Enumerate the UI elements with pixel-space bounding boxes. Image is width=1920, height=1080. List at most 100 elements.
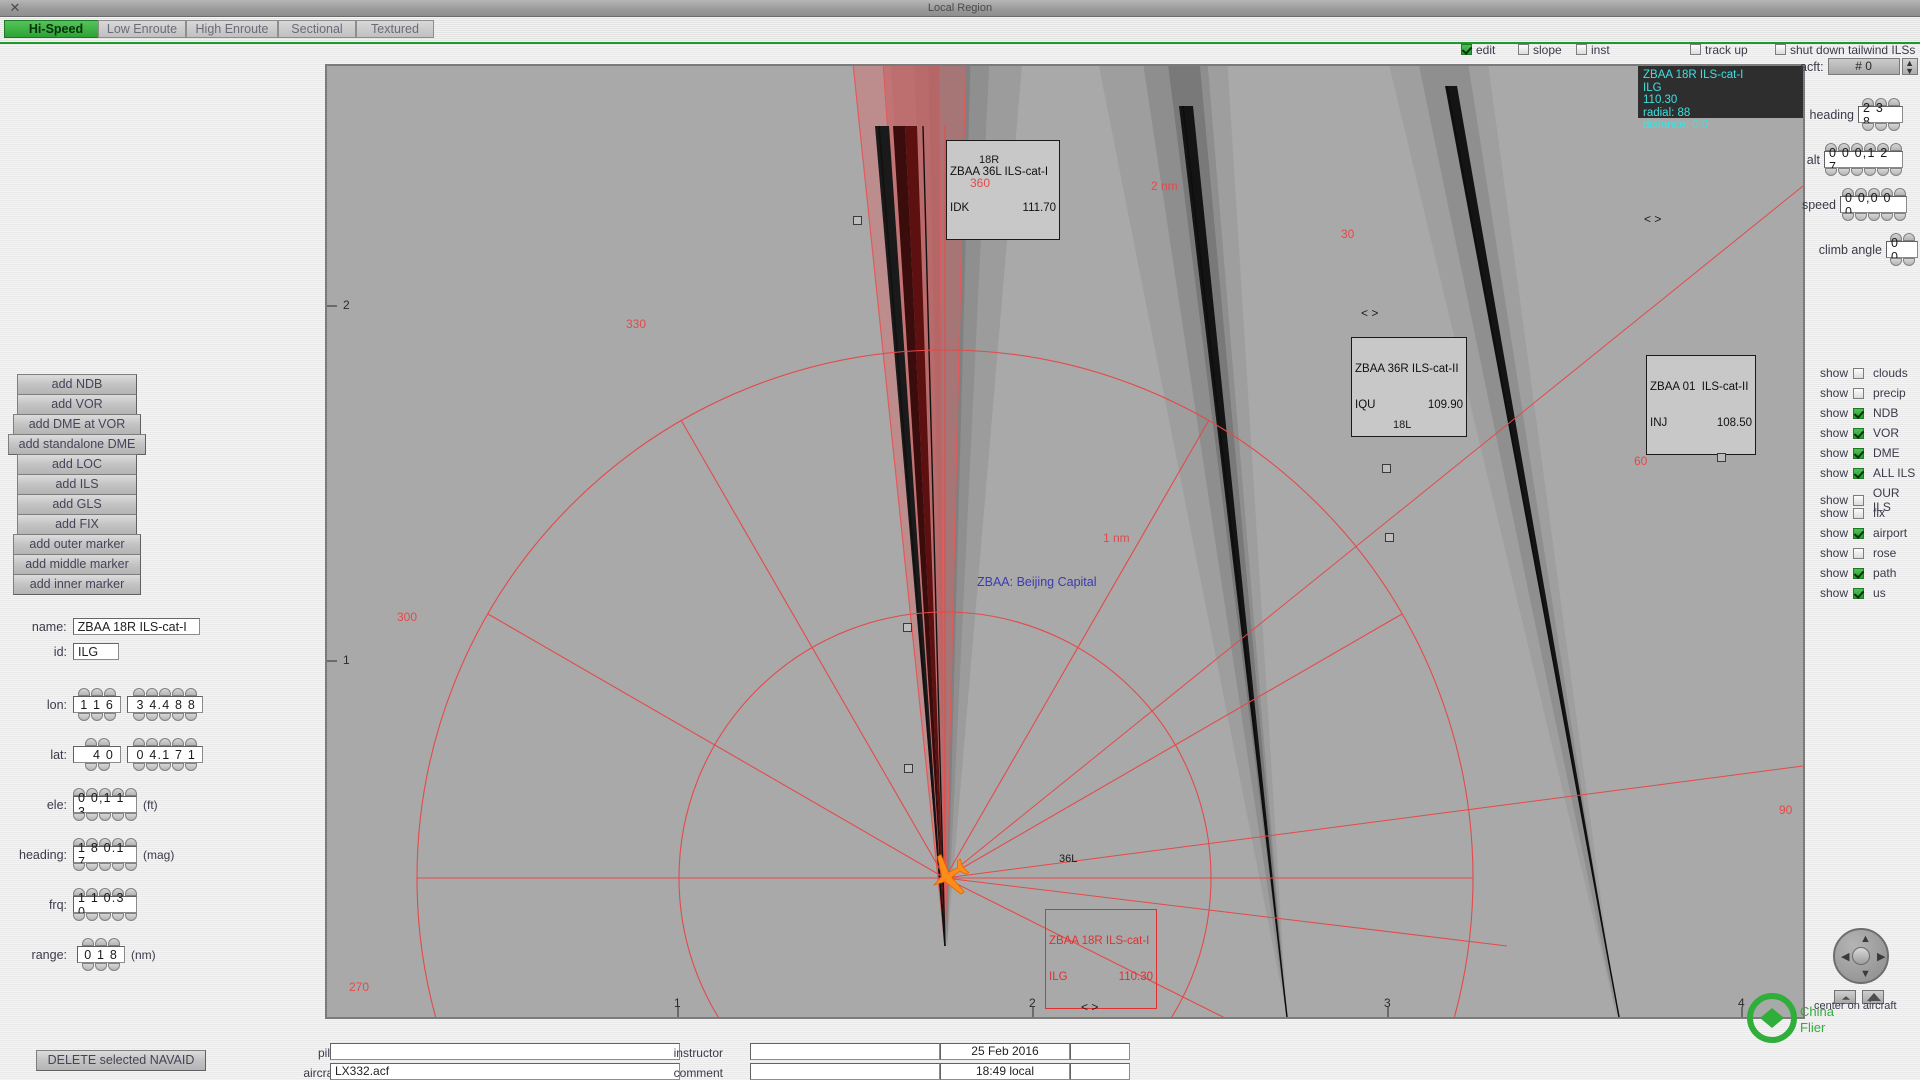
add-vor-button[interactable]: add VOR xyxy=(17,394,137,415)
aircraft-heading-stepper[interactable]: 2 3 8 xyxy=(1858,98,1903,131)
add-fix-button[interactable]: add FIX xyxy=(17,514,137,535)
show-rose-row[interactable]: show rose xyxy=(1820,546,1896,560)
aircraft-alt-input[interactable]: 0 0 0,1 2 7 xyxy=(1824,146,1903,174)
lon-minutes-stepper[interactable]: 3 4.4 8 8 xyxy=(127,688,203,721)
lon-degrees-stepper[interactable]: 1 1 6 xyxy=(73,688,121,721)
acft-select[interactable]: # 0 xyxy=(1827,58,1900,75)
show-fix-checkbox[interactable] xyxy=(1853,507,1865,519)
aircraft-climb-angle-down-arrows[interactable] xyxy=(1889,258,1915,266)
range-down-arrows[interactable] xyxy=(82,963,120,971)
lon-minutes-down-arrows[interactable] xyxy=(133,713,197,721)
lon-minutes-input[interactable]: 3 4.4 8 8 xyxy=(127,696,203,713)
lon-degrees-up-arrows[interactable] xyxy=(78,688,116,696)
map-pan-pad[interactable]: ▲ ▼ ◀ ▶ xyxy=(1833,928,1889,984)
add-gls-button[interactable]: add GLS xyxy=(17,494,137,515)
heading-stepper[interactable]: 1 8 0.1 7 xyxy=(73,838,137,871)
date-extra-field[interactable] xyxy=(1070,1043,1130,1060)
add-standalone-dme-button[interactable]: add standalone DME xyxy=(8,434,146,455)
aircraft-climb-angle-input[interactable]: 0 0 xyxy=(1886,236,1918,264)
aircraft-alt-down-arrows[interactable] xyxy=(1825,168,1902,176)
show-us-checkbox[interactable] xyxy=(1853,587,1865,599)
chevron-up-icon[interactable]: ▲ xyxy=(1860,934,1871,945)
map-pan-nub[interactable] xyxy=(1852,947,1870,965)
range-input[interactable]: 0 1 8 xyxy=(77,946,125,963)
show-precip-checkbox[interactable] xyxy=(1853,387,1865,399)
lon-degrees-down-arrows[interactable] xyxy=(78,713,116,721)
add-ils-button[interactable]: add ILS xyxy=(17,474,137,495)
show-clouds-row[interactable]: show clouds xyxy=(1820,366,1908,380)
ils-label-18r-selected[interactable]: ZBAA 18R ILS-cat-I ILG 110.30 xyxy=(1045,909,1157,1009)
add-outer-marker-button[interactable]: add outer marker xyxy=(13,534,141,555)
chevron-down-icon[interactable]: ▼ xyxy=(1860,969,1871,980)
tab-hi-speed[interactable]: Hi-Speed xyxy=(4,20,108,38)
track-up-checkbox[interactable] xyxy=(1690,44,1701,55)
show-rose-checkbox[interactable] xyxy=(1853,547,1865,559)
add-loc-button[interactable]: add LOC xyxy=(17,454,137,475)
frq-stepper[interactable]: 1 1 0.3 0 xyxy=(73,888,137,921)
show-us-row[interactable]: show us xyxy=(1820,586,1886,600)
lat-minutes-stepper[interactable]: 0 4.1 7 1 xyxy=(127,738,203,771)
slope-checkbox[interactable] xyxy=(1518,44,1529,55)
tab-textured[interactable]: Textured xyxy=(356,20,434,38)
lat-degrees-up-arrows[interactable] xyxy=(84,738,110,746)
toolbar-track-up[interactable]: track up xyxy=(1690,43,1748,57)
show-path-checkbox[interactable] xyxy=(1853,567,1865,579)
add-ndb-button[interactable]: add NDB xyxy=(17,374,137,395)
close-icon[interactable]: ✕ xyxy=(8,1,22,15)
ils-label-36l[interactable]: ZBAA 36L ILS-cat-I IDK 111.70 xyxy=(946,140,1060,240)
show-all-ils-checkbox[interactable] xyxy=(1853,467,1865,479)
add-middle-marker-button[interactable]: add middle marker xyxy=(13,554,141,575)
show-path-row[interactable]: show path xyxy=(1820,566,1896,580)
tab-sectional[interactable]: Sectional xyxy=(278,20,356,38)
chevron-right-icon[interactable]: ▶ xyxy=(1877,952,1885,963)
toolbar-slope[interactable]: slope xyxy=(1518,43,1562,57)
show-precip-row[interactable]: show precip xyxy=(1820,386,1906,400)
map-view[interactable]: ZBAA 18R ILS-cat-I ILG 110.30 radial: 88… xyxy=(325,64,1805,1019)
lat-minutes-input[interactable]: 0 4.1 7 1 xyxy=(127,746,203,763)
show-vor-row[interactable]: show VOR xyxy=(1820,426,1899,440)
show-airport-row[interactable]: show airport xyxy=(1820,526,1907,540)
lon-minutes-up-arrows[interactable] xyxy=(133,688,197,696)
ele-input[interactable]: 0 0,1 1 3 xyxy=(73,791,137,819)
lat-degrees-input[interactable]: 4 0 xyxy=(73,746,121,763)
comment-input[interactable] xyxy=(750,1063,940,1080)
aircraft-heading-input[interactable]: 2 3 8 xyxy=(1858,101,1903,129)
toolbar-edit[interactable]: edit xyxy=(1461,43,1495,57)
id-input[interactable]: ILG xyxy=(73,643,119,660)
shut-down-tailwind-ils-checkbox[interactable] xyxy=(1775,44,1786,55)
show-all-ils-row[interactable]: show ALL ILS xyxy=(1820,466,1915,480)
show-airport-checkbox[interactable] xyxy=(1853,527,1865,539)
lat-degrees-stepper[interactable]: 4 0 xyxy=(73,738,121,771)
aircraft-climb-angle-stepper[interactable]: 0 0 xyxy=(1886,233,1918,266)
range-up-arrows[interactable] xyxy=(82,938,120,946)
show-our-ils-checkbox[interactable] xyxy=(1853,494,1864,506)
show-dme-row[interactable]: show DME xyxy=(1820,446,1900,460)
edit-checkbox[interactable] xyxy=(1461,44,1472,55)
show-ndb-checkbox[interactable] xyxy=(1853,407,1865,419)
inst-checkbox[interactable] xyxy=(1576,44,1587,55)
frq-down-arrows[interactable] xyxy=(73,913,137,921)
aircraft-speed-down-arrows[interactable] xyxy=(1841,213,1906,221)
aircraft-input[interactable]: LX332.acf xyxy=(330,1063,680,1080)
toolbar-shut-down-tailwind-ils[interactable]: shut down tailwind ILSs xyxy=(1775,43,1915,57)
lat-degrees-down-arrows[interactable] xyxy=(84,763,110,771)
chevron-left-icon[interactable]: ◀ xyxy=(1841,952,1849,963)
frq-input[interactable]: 1 1 0.3 0 xyxy=(73,891,137,919)
aircraft-alt-stepper[interactable]: 0 0 0,1 2 7 xyxy=(1824,143,1903,176)
time-extra-field[interactable] xyxy=(1070,1063,1130,1080)
heading-down-arrows[interactable] xyxy=(73,863,137,871)
add-dme-at-vor-button[interactable]: add DME at VOR xyxy=(13,414,141,435)
heading-input[interactable]: 1 8 0.1 7 xyxy=(73,841,137,869)
lat-minutes-down-arrows[interactable] xyxy=(133,763,197,771)
toolbar-inst[interactable]: inst xyxy=(1576,43,1610,57)
lat-minutes-up-arrows[interactable] xyxy=(133,738,197,746)
lon-degrees-input[interactable]: 1 1 6 xyxy=(73,696,121,713)
tab-high-enroute[interactable]: High Enroute xyxy=(186,20,278,38)
acft-select-arrows-icon[interactable]: ▲ ▼ xyxy=(1901,58,1918,76)
ils-label-01[interactable]: ZBAA 01 ILS-cat-II INJ 108.50 xyxy=(1646,355,1756,455)
pilot-input[interactable] xyxy=(330,1043,680,1060)
tab-low-enroute[interactable]: Low Enroute xyxy=(98,20,186,38)
instructor-input[interactable] xyxy=(750,1043,940,1060)
aircraft-speed-stepper[interactable]: 0 0,0 0 0 xyxy=(1840,188,1907,221)
add-inner-marker-button[interactable]: add inner marker xyxy=(13,574,141,595)
